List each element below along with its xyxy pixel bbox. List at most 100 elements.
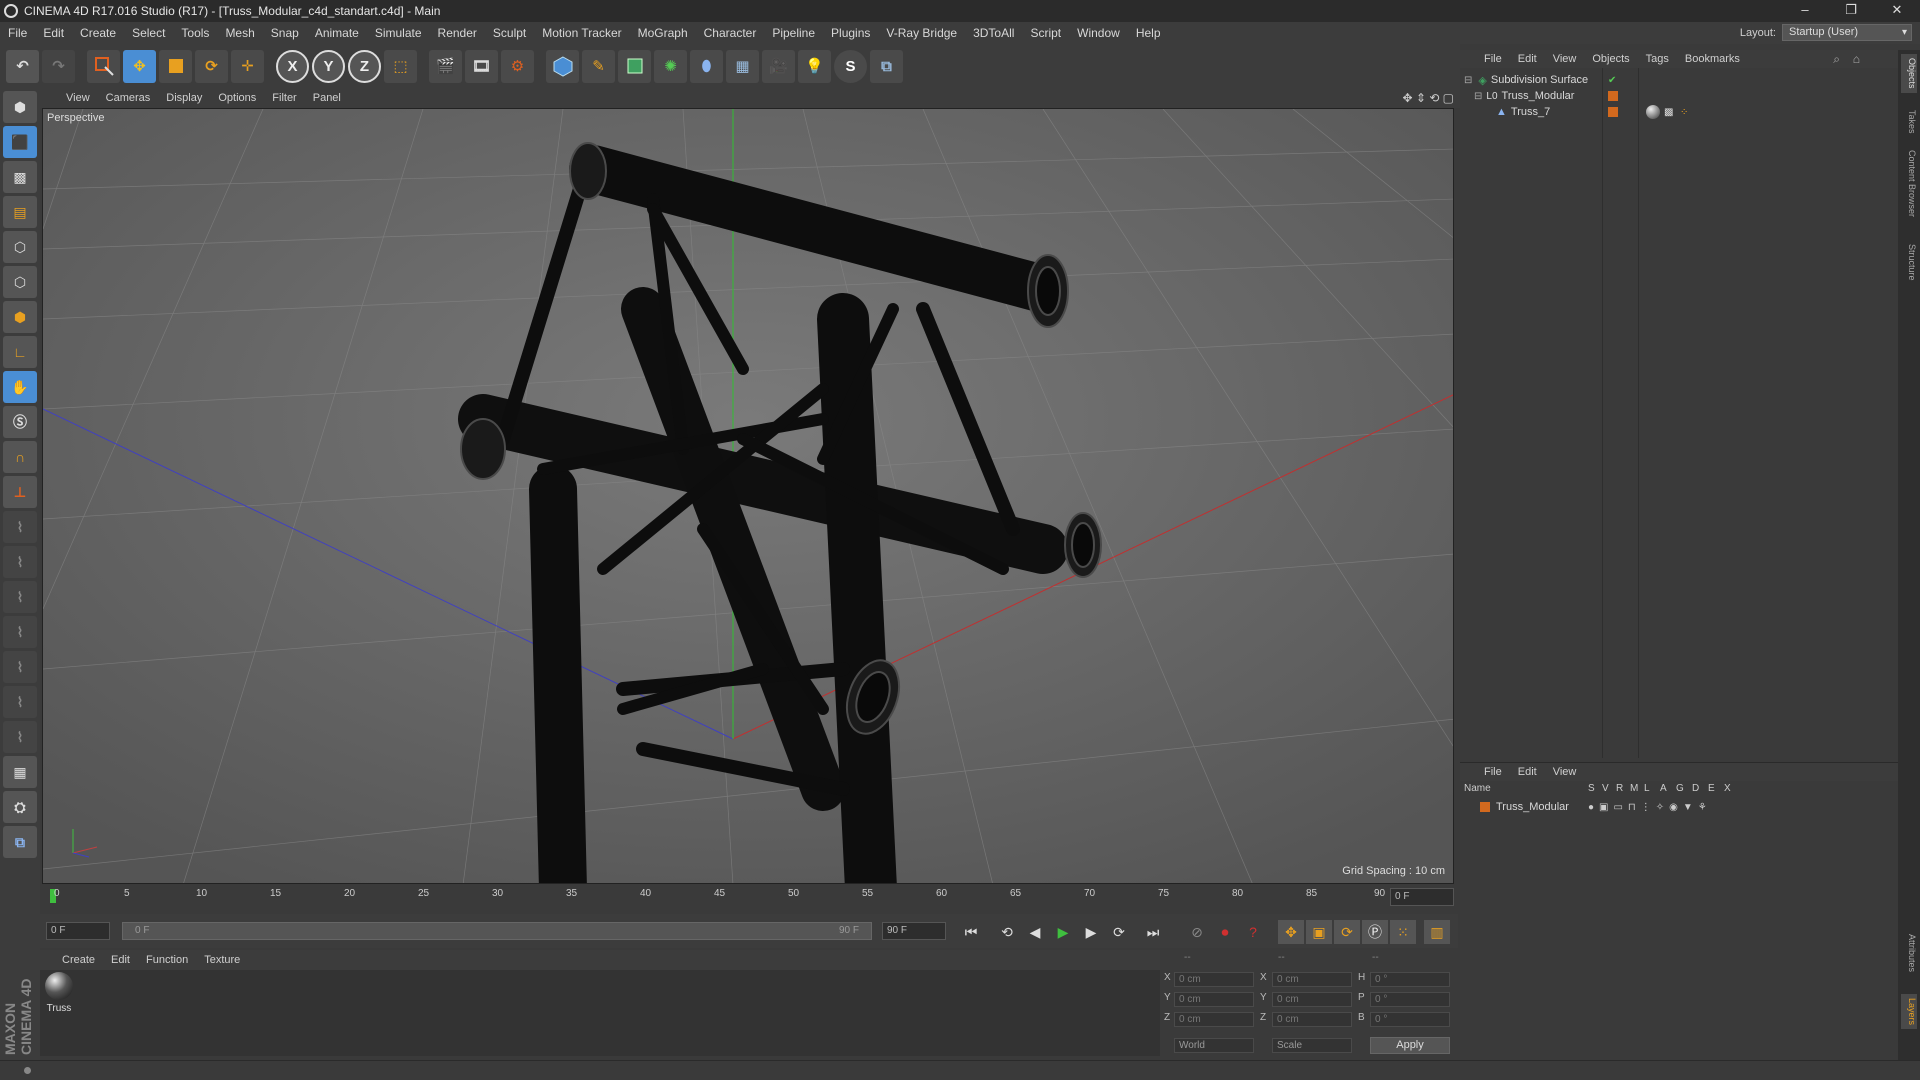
floor-scene-icon[interactable]: ▦ — [726, 49, 759, 83]
deformer-icon[interactable]: ⬮ — [690, 49, 723, 83]
brush-tool-3-icon[interactable]: ⌇ — [3, 581, 37, 613]
viewport-menu-display[interactable]: Display — [158, 92, 210, 104]
objects-search-icon[interactable]: ⌕ — [1833, 52, 1840, 67]
layer-color-swatch[interactable] — [1608, 107, 1618, 117]
size-x-field[interactable]: 0 cm — [1272, 972, 1352, 987]
layers-menu-edit[interactable]: Edit — [1510, 766, 1545, 778]
perspective-viewport[interactable]: Perspective Grid Spacing : 10 cm — [42, 108, 1454, 884]
size-y-field[interactable]: 0 cm — [1272, 992, 1352, 1007]
menu-render[interactable]: Render — [430, 22, 485, 44]
step-forward-icon[interactable]: ▶ — [1078, 920, 1104, 944]
viewport-menu-options[interactable]: Options — [210, 92, 264, 104]
key-rotation-icon[interactable]: ⟳ — [1334, 920, 1360, 944]
move-icon[interactable]: ✥ — [123, 49, 156, 83]
previous-key-icon[interactable]: ⟲ — [994, 920, 1020, 944]
apply-button[interactable]: Apply — [1370, 1037, 1450, 1054]
layer-flag-icons[interactable]: ●▣▭⊓⋮✧◉▼⚘ — [1588, 802, 1712, 813]
menu-3dtoall[interactable]: 3DToAll — [965, 22, 1022, 44]
frame-range-slider[interactable]: 0 F 90 F — [122, 922, 872, 940]
menu-create[interactable]: Create — [72, 22, 124, 44]
brush-tool-7-icon[interactable]: ⌇ — [3, 721, 37, 753]
menu-mograph[interactable]: MoGraph — [630, 22, 696, 44]
tab-layers[interactable]: Layers — [1901, 994, 1917, 1030]
uvw-tag-icon[interactable]: ▩ — [1664, 107, 1673, 118]
tweak-mode-icon[interactable]: ✋ — [3, 371, 37, 403]
brush-tool-6-icon[interactable]: ⌇ — [3, 686, 37, 718]
key-position-icon[interactable]: ✥ — [1278, 920, 1304, 944]
end-frame-field[interactable]: 90 F — [882, 922, 946, 940]
brush-tool-1-icon[interactable]: ⌇ — [3, 511, 37, 543]
rot-h-field[interactable]: 0 ° — [1370, 972, 1450, 987]
viewport-menu-panel[interactable]: Panel — [305, 92, 349, 104]
keyframe-selection-icon[interactable]: ⊘ — [1184, 920, 1210, 944]
start-frame-field[interactable]: 0 F — [46, 922, 110, 940]
tab-attributes[interactable]: Attributes — [1901, 930, 1917, 976]
viewport-menu-filter[interactable]: Filter — [264, 92, 304, 104]
material-menu-edit[interactable]: Edit — [103, 954, 138, 966]
objects-menu-objects[interactable]: Objects — [1584, 53, 1637, 65]
size-z-field[interactable]: 0 cm — [1272, 1012, 1352, 1027]
menu-character[interactable]: Character — [696, 22, 765, 44]
material-tag-icon[interactable] — [1646, 105, 1660, 119]
play-icon[interactable]: ▶ — [1050, 920, 1076, 944]
layers-menu-view[interactable]: View — [1545, 766, 1585, 778]
menu-mesh[interactable]: Mesh — [217, 22, 262, 44]
key-param-icon[interactable]: Ⓟ — [1362, 920, 1388, 944]
coordinate-system-icon[interactable]: ⬚ — [384, 49, 417, 83]
model-mode-icon[interactable]: ⬛ — [3, 126, 37, 158]
objects-home-icon[interactable]: ⌂ — [1853, 52, 1860, 66]
autokey-icon[interactable]: ? — [1240, 920, 1266, 944]
rot-b-field[interactable]: 0 ° — [1370, 1012, 1450, 1027]
make-editable-icon[interactable]: ⬢ — [3, 91, 37, 123]
coordinate-mode-select[interactable]: Scale — [1272, 1038, 1352, 1053]
render-view-icon[interactable]: 🎬 — [429, 49, 462, 83]
viewport-nav-icons[interactable]: ✥ ⇕ ⟲ ▢ — [1402, 91, 1454, 105]
y-axis-lock-icon[interactable]: Y — [312, 49, 345, 83]
pos-z-field[interactable]: 0 cm — [1174, 1012, 1254, 1027]
objects-menu-bookmarks[interactable]: Bookmarks — [1677, 53, 1748, 65]
transform-icon[interactable]: ✛ — [231, 49, 264, 83]
python-script-icon[interactable]: ⧉ — [3, 826, 37, 858]
coordinate-space-select[interactable]: World — [1174, 1038, 1254, 1053]
rot-p-field[interactable]: 0 ° — [1370, 992, 1450, 1007]
layer-color-swatch[interactable] — [1480, 802, 1490, 812]
record-icon[interactable]: ⏺ — [1212, 920, 1238, 944]
close-button[interactable]: ✕ — [1874, 0, 1920, 22]
maximize-button[interactable]: ❐ — [1828, 0, 1874, 22]
current-frame-field[interactable]: 0 F — [1390, 888, 1454, 906]
light-icon[interactable]: 💡 — [798, 49, 831, 83]
material-menu-texture[interactable]: Texture — [196, 954, 248, 966]
material-menu-function[interactable]: Function — [138, 954, 196, 966]
menu-motion-tracker[interactable]: Motion Tracker — [534, 22, 629, 44]
menu-file[interactable]: File — [0, 22, 35, 44]
object-row-subdivision-surface[interactable]: ⊟ ◈ Subdivision Surface ✔ — [1460, 72, 1898, 88]
material-swatch[interactable]: Truss — [42, 972, 76, 1014]
brush-tool-2-icon[interactable]: ⌇ — [3, 546, 37, 578]
axis-mode-icon[interactable]: ∟ — [3, 336, 37, 368]
points-mode-icon[interactable]: ⬡ — [3, 231, 37, 263]
magnet-icon[interactable]: ⛭ — [3, 791, 37, 823]
edges-mode-icon[interactable]: ⬡ — [3, 266, 37, 298]
snap-icon[interactable]: ∩ — [3, 441, 37, 473]
pen-spline-icon[interactable]: ✎ — [582, 49, 615, 83]
script-s-icon[interactable]: S — [834, 49, 867, 83]
rotate-icon[interactable]: ⟳ — [195, 49, 228, 83]
timeline-ruler[interactable]: 0 5 10 15 20 25 30 35 40 45 50 55 60 65 … — [40, 886, 1458, 910]
menu-pipeline[interactable]: Pipeline — [764, 22, 823, 44]
brush-tool-5-icon[interactable]: ⌇ — [3, 651, 37, 683]
lock-workplane-icon[interactable]: ▦ — [3, 756, 37, 788]
workplane-icon[interactable]: ▤ — [3, 196, 37, 228]
layout-select[interactable]: Startup (User) — [1782, 24, 1912, 41]
go-to-start-icon[interactable]: ⏮ — [958, 920, 984, 944]
objects-menu-tags[interactable]: Tags — [1638, 53, 1677, 65]
viewport-menu-cameras[interactable]: Cameras — [98, 92, 159, 104]
x-axis-lock-icon[interactable]: X — [276, 49, 309, 83]
layers-menu-file[interactable]: File — [1476, 766, 1510, 778]
menu-simulate[interactable]: Simulate — [367, 22, 430, 44]
key-scale-icon[interactable]: ▣ — [1306, 920, 1332, 944]
objects-menu-view[interactable]: View — [1545, 53, 1585, 65]
solo-icon[interactable]: Ⓢ — [3, 406, 37, 438]
menu-window[interactable]: Window — [1069, 22, 1128, 44]
tab-content-browser[interactable]: Content Browser — [1901, 146, 1917, 221]
objects-menu-edit[interactable]: Edit — [1510, 53, 1545, 65]
